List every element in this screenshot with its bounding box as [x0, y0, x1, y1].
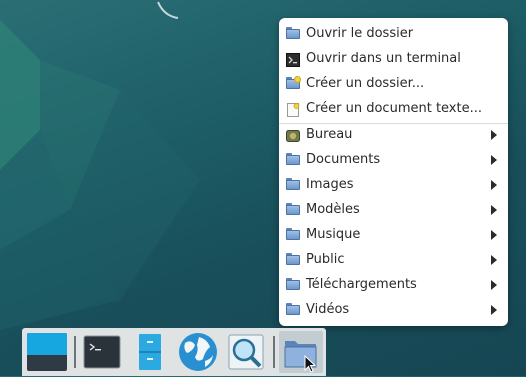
menu-item-images[interactable]: Images — [279, 173, 508, 198]
taskbar-separator — [74, 336, 76, 368]
menu-item-label: Créer un dossier... — [306, 76, 425, 91]
submenu-arrow-icon — [491, 180, 497, 190]
submenu-arrow-icon — [491, 255, 497, 265]
places-button[interactable] — [279, 331, 323, 373]
terminal-icon — [286, 52, 300, 67]
menu-item-open-folder[interactable]: Ouvrir le dossier — [279, 22, 508, 47]
web-browser-launcher[interactable] — [177, 331, 219, 373]
menu-item-label: Modèles — [306, 202, 360, 217]
menu-item-label: Ouvrir le dossier — [306, 26, 414, 41]
folder-icon — [284, 341, 317, 368]
menu-item-modeles[interactable]: Modèles — [279, 198, 508, 223]
menu-item-videos[interactable]: Vidéos — [279, 298, 508, 323]
taskbar-separator — [273, 336, 275, 368]
menu-item-create-document[interactable]: Créer un document texte... — [279, 97, 508, 122]
menu-item-label: Public — [306, 252, 345, 267]
menu-item-telechargements[interactable]: Téléchargements — [279, 273, 508, 298]
submenu-arrow-icon — [491, 130, 497, 140]
file-manager-launcher[interactable] — [129, 331, 171, 373]
submenu-arrow-icon — [491, 280, 497, 290]
menu-item-label: Vidéos — [306, 302, 350, 317]
new-folder-icon — [286, 76, 301, 91]
submenu-arrow-icon — [491, 230, 497, 240]
menu-item-open-terminal[interactable]: Ouvrir dans un terminal — [279, 47, 508, 72]
submenu-arrow-icon — [491, 205, 497, 215]
menu-item-label: Musique — [306, 227, 361, 242]
desktop-window-icon — [27, 333, 67, 371]
folder-icon — [286, 153, 300, 167]
terminal-icon — [83, 335, 121, 369]
menu-item-label: Ouvrir dans un terminal — [306, 51, 461, 66]
submenu-arrow-icon — [491, 155, 497, 165]
mouse-cursor-icon — [304, 355, 316, 373]
menu-item-musique[interactable]: Musique — [279, 223, 508, 248]
new-document-icon — [286, 102, 300, 117]
folder-icon — [286, 253, 300, 267]
menu-item-label: Documents — [306, 152, 381, 167]
context-menu: Ouvrir le dossier Ouvrir dans un termina… — [279, 18, 508, 326]
taskbar — [22, 328, 326, 376]
terminal-launcher[interactable] — [81, 331, 123, 373]
menu-item-create-folder[interactable]: Créer un dossier... — [279, 72, 508, 97]
menu-item-label: Téléchargements — [306, 277, 417, 292]
folder-icon — [286, 228, 300, 242]
folder-icon — [286, 27, 300, 41]
app-finder-launcher[interactable] — [225, 331, 267, 373]
folder-icon — [286, 203, 300, 217]
folder-icon — [286, 178, 300, 192]
menu-item-label: Créer un document texte... — [306, 101, 482, 116]
submenu-arrow-icon — [491, 305, 497, 315]
menu-item-label: Images — [306, 177, 354, 192]
file-cabinet-icon — [139, 334, 161, 370]
show-desktop-button[interactable] — [26, 331, 68, 373]
globe-icon — [179, 333, 217, 371]
desktop-icon — [286, 128, 300, 142]
menu-item-documents[interactable]: Documents — [279, 148, 508, 173]
menu-item-label: Bureau — [306, 127, 353, 142]
folder-icon — [286, 278, 300, 292]
menu-item-public[interactable]: Public — [279, 248, 508, 273]
folder-icon — [286, 303, 300, 317]
magnifier-icon — [228, 334, 264, 370]
menu-item-bureau[interactable]: Bureau — [279, 123, 508, 148]
